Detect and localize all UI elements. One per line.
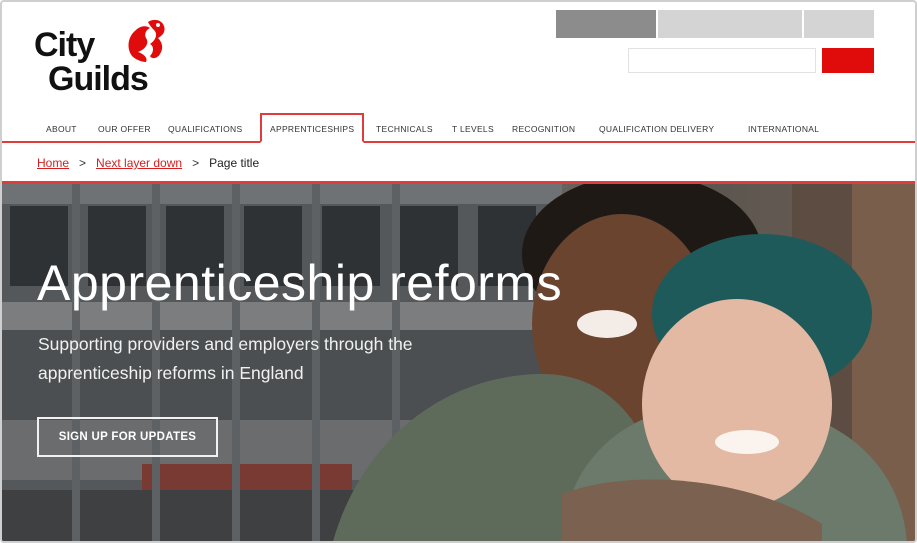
- utility-link-2[interactable]: [658, 10, 804, 38]
- nav-item-international[interactable]: INTERNATIONAL: [748, 115, 819, 143]
- nav-item-our-offer[interactable]: OUR OFFER: [98, 115, 151, 143]
- nav-item-apprenticeships[interactable]: APPRENTICESHIPS: [260, 113, 365, 143]
- sign-up-for-updates-button[interactable]: SIGN UP FOR UPDATES: [37, 417, 218, 457]
- hero-banner: Apprenticeship reforms Supporting provid…: [2, 184, 915, 541]
- page-frame: City Guilds ABOUT OUR OFFER QUALIFICATIO…: [0, 0, 917, 543]
- breadcrumb: Home > Next layer down > Page title: [37, 152, 259, 174]
- nav-item-t-levels[interactable]: T LEVELS: [452, 115, 494, 143]
- breadcrumb-separator: >: [79, 156, 87, 170]
- search-button[interactable]: [822, 48, 874, 73]
- breadcrumb-current: Page title: [209, 156, 260, 170]
- utility-link-1[interactable]: [556, 10, 658, 38]
- breadcrumb-home-link[interactable]: Home: [37, 156, 69, 170]
- nav-item-technicals[interactable]: TECHNICALS: [376, 115, 433, 143]
- nav-item-recognition[interactable]: RECOGNITION: [512, 115, 575, 143]
- nav-item-qualifications[interactable]: QUALIFICATIONS: [168, 115, 242, 143]
- utility-bar: [556, 10, 874, 38]
- breadcrumb-separator: >: [192, 156, 200, 170]
- hero-subtitle: Supporting providers and employers throu…: [38, 334, 413, 383]
- utility-link-3[interactable]: [804, 10, 874, 38]
- lion-emblem-icon: [128, 19, 165, 62]
- breadcrumb-level2-link[interactable]: Next layer down: [96, 156, 182, 170]
- logo-text-guilds: Guilds: [48, 60, 149, 98]
- search-input[interactable]: [628, 48, 816, 73]
- nav-item-about[interactable]: ABOUT: [46, 115, 77, 143]
- hero-title: Apprenticeship reforms: [37, 255, 563, 311]
- nav-item-qualification-delivery[interactable]: QUALIFICATION DELIVERY: [599, 115, 714, 143]
- main-navigation: ABOUT OUR OFFER QUALIFICATIONS APPRENTIC…: [2, 113, 915, 143]
- city-and-guilds-logo[interactable]: City Guilds: [34, 16, 165, 98]
